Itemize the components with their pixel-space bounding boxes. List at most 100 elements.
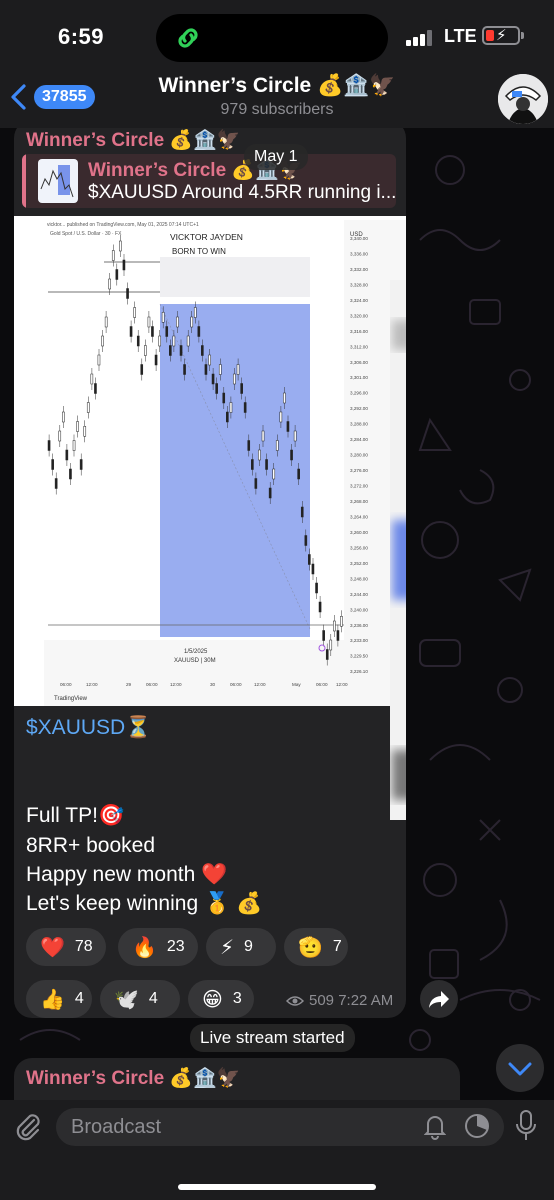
- reaction-lightning[interactable]: ⚡ 9: [206, 928, 276, 966]
- channel-post-bubble[interactable]: Winner’s Circle 💰🏦🦅 Winner’s Circle 💰🏦🦅 …: [14, 120, 406, 1018]
- candle: [204, 364, 208, 375]
- broadcast-placeholder: Broadcast: [71, 1116, 162, 1138]
- candle: [169, 345, 172, 356]
- thumbs-up-icon: 👍: [40, 988, 65, 1011]
- forward-button[interactable]: [420, 980, 458, 1018]
- subscriber-count: 979 subscribers: [220, 101, 334, 118]
- candle: [62, 411, 65, 423]
- price-axis-label: 3,280.00: [350, 453, 368, 458]
- post-sender-name[interactable]: Winner’s Circle 💰🏦🦅: [26, 128, 240, 152]
- candle: [83, 426, 87, 437]
- time-axis-label: 12:00: [170, 682, 182, 687]
- candle: [54, 478, 58, 489]
- candle: [176, 316, 179, 328]
- price-axis-label: 3,320.00: [350, 313, 368, 318]
- chart-price-axis: 3,340.00 3,336.00 3,332.00 3,328.00 3,324.00…: [350, 236, 368, 674]
- time-axis-label: 06:00: [60, 682, 72, 687]
- candle: [336, 630, 340, 641]
- price-axis-label: 3,288.00: [350, 422, 368, 427]
- price-axis-label: 3,244.00: [350, 592, 368, 597]
- candle: [193, 307, 197, 318]
- candle: [133, 307, 136, 318]
- candle: [126, 288, 129, 299]
- candle: [158, 335, 161, 347]
- reply-preview[interactable]: Winner’s Circle 💰🏦🦅 $XAUUSD Around 4.5RR…: [22, 154, 396, 208]
- price-axis-label: 3,292.00: [350, 406, 368, 411]
- price-axis-label: 3,276.00: [350, 468, 368, 473]
- reaction-dove[interactable]: 🕊️ 4: [100, 980, 180, 1018]
- candle: [111, 250, 115, 261]
- candle: [329, 639, 333, 651]
- price-axis-label: 3,233.00: [350, 638, 368, 643]
- candle: [308, 554, 311, 565]
- paperclip-icon[interactable]: [12, 1110, 42, 1144]
- time-axis-label: May: [292, 682, 301, 687]
- bell-icon[interactable]: [424, 1112, 446, 1140]
- schedule-icon[interactable]: [463, 1112, 491, 1140]
- reaction-heart[interactable]: ❤️ 78: [26, 928, 106, 966]
- candle: [211, 373, 215, 385]
- candle: [190, 316, 194, 328]
- scroll-down-button[interactable]: [496, 1044, 544, 1092]
- candle: [254, 478, 258, 489]
- post-line-2: 8RR+ booked: [26, 834, 156, 857]
- candle: [261, 430, 265, 442]
- battery-tip: [521, 32, 524, 39]
- next-post-sender[interactable]: Winner’s Circle 💰🏦🦅: [26, 1066, 240, 1090]
- post-ticker[interactable]: $XAUUSD⏳: [26, 716, 151, 740]
- fire-icon: 🔥: [132, 936, 157, 959]
- candle: [97, 354, 101, 366]
- chart-target-box: [160, 304, 310, 637]
- price-axis-label: 3,336.00: [350, 251, 368, 256]
- microphone-icon[interactable]: [514, 1108, 538, 1144]
- price-axis-label: 3,272.00: [350, 484, 368, 489]
- candle: [179, 345, 183, 356]
- reaction-count: 78: [74, 938, 93, 955]
- reply-thumbnail: [38, 159, 78, 203]
- candle: [290, 449, 293, 461]
- share-arrow-icon: [429, 991, 449, 1008]
- link-activity-icon: [178, 28, 198, 48]
- price-axis-label: 3,301.00: [350, 375, 368, 380]
- composer-bar: Broadcast: [0, 1100, 554, 1200]
- chart-grey-zone: [160, 257, 310, 297]
- reaction-fire[interactable]: 🔥 23: [118, 928, 198, 966]
- candle: [315, 582, 318, 594]
- candle: [286, 421, 290, 432]
- chart-brand: TradingView: [54, 696, 88, 702]
- candle: [215, 383, 218, 394]
- candle: [208, 354, 211, 366]
- signal-icon: [406, 30, 434, 46]
- chart-symbol-line: Gold Spot / U.S. Dollar · 30 · FX: [50, 231, 122, 237]
- battery-icon: ⚡: [482, 26, 520, 45]
- reaction-grin[interactable]: 😁 3: [188, 980, 254, 1018]
- time-axis-label: 06:00: [146, 682, 158, 687]
- network-type: LTE: [444, 26, 477, 46]
- reaction-thumbs-up[interactable]: 👍 4: [26, 980, 92, 1018]
- price-axis-label: 3,229.50: [350, 654, 368, 659]
- candle: [300, 506, 304, 518]
- status-bar: 6:59 LTE ⚡: [0, 0, 554, 70]
- reaction-count: 4: [148, 990, 158, 1007]
- candle: [101, 335, 104, 347]
- trade-chart-image[interactable]: vicktor... published on TradingView.com,…: [14, 216, 406, 706]
- price-axis-label: 3,236.00: [350, 623, 368, 628]
- candle: [272, 468, 276, 480]
- candle: [86, 402, 90, 413]
- price-axis-label: 3,226.10: [350, 669, 368, 674]
- price-axis-label: 3,306.00: [350, 360, 368, 365]
- dove-icon: 🕊️: [114, 988, 139, 1011]
- post-line-3: Happy new month ❤️: [26, 863, 228, 886]
- candle: [251, 459, 254, 470]
- candle: [140, 364, 144, 375]
- reaction-salute[interactable]: 🫡 7: [284, 928, 348, 966]
- candle: [279, 411, 283, 423]
- chart-header-line: vicktor... published on TradingView.com,…: [47, 222, 199, 228]
- candle: [51, 459, 54, 470]
- channel-title[interactable]: Winner’s Circle 💰🏦🦅: [0, 74, 554, 98]
- candle: [122, 259, 126, 271]
- candle: [65, 449, 69, 461]
- heart-icon: ❤️: [40, 936, 65, 959]
- channel-avatar[interactable]: [498, 74, 548, 124]
- candle: [226, 411, 229, 423]
